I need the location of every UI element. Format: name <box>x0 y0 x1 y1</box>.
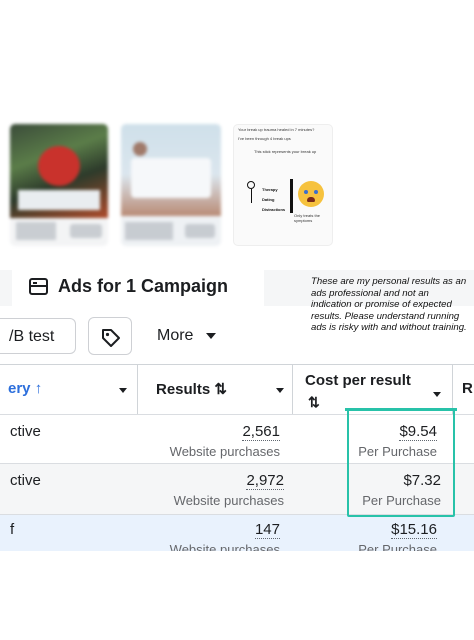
results-label: Website purchases <box>173 493 284 508</box>
ad-headline-bar <box>18 190 100 210</box>
caret-down-icon[interactable] <box>433 392 441 397</box>
ad-thumbnail-1[interactable] <box>10 124 108 246</box>
column-header-results[interactable]: Results ⇅ <box>156 380 227 398</box>
more-button[interactable]: More <box>146 318 236 354</box>
column-header-delivery[interactable]: ery ↑ <box>8 380 42 397</box>
cost-value[interactable]: $15.16 <box>391 521 437 539</box>
ad-badge <box>38 146 80 186</box>
stick-figure-icon <box>244 181 258 215</box>
ad-thumbnail-labels: Therapy Dating Distractions <box>262 187 286 212</box>
ad-caption <box>125 222 173 240</box>
ad-card <box>131 158 211 198</box>
learn-more-button <box>70 224 102 238</box>
page-title: Ads for 1 Campaign <box>58 276 229 296</box>
table-top-border <box>0 364 474 365</box>
disclaimer-note: These are my personal results as an ads … <box>311 276 467 334</box>
learn-more-button <box>185 224 215 238</box>
page-bottom-blank <box>0 551 474 640</box>
tag-icon <box>102 329 120 347</box>
results-value[interactable]: 2,561 <box>242 423 280 441</box>
column-header-next[interactable]: R <box>462 380 473 397</box>
row-status: ctive <box>10 472 41 489</box>
results-label: Website purchases <box>169 444 280 459</box>
avatar <box>133 142 147 156</box>
ad-thumbnail-text: Your break up trauma healed in 7 minutes… <box>238 127 317 154</box>
ad-thumbnail-2[interactable] <box>121 124 221 246</box>
caret-down-icon[interactable] <box>119 388 127 393</box>
ab-test-label: /B test <box>9 328 55 345</box>
ad-thumbnail-image <box>121 124 221 216</box>
ad-thumbnail-3[interactable]: Your break up trauma healed in 7 minutes… <box>233 124 333 246</box>
results-value[interactable]: 2,972 <box>246 472 284 490</box>
wall-line <box>290 179 293 213</box>
caret-down-icon[interactable] <box>276 388 284 393</box>
ad-caption <box>16 222 56 240</box>
row-status: ctive <box>10 423 41 440</box>
row-status: f <box>10 521 15 538</box>
highlight-annotation <box>347 409 455 517</box>
tag-button[interactable] <box>88 317 132 355</box>
more-label: More <box>157 327 194 344</box>
ads-document-icon <box>29 278 48 295</box>
ad-thumbnail-image <box>10 124 108 218</box>
sort-icon[interactable]: ⇅ <box>308 394 320 411</box>
caret-down-icon <box>206 333 216 339</box>
crying-face-icon <box>298 181 324 207</box>
results-value[interactable]: 147 <box>254 521 280 539</box>
column-header-cost-per-result[interactable]: Cost per result <box>305 372 411 389</box>
ad-thumbnail-symptoms: Only treats the symptoms <box>294 213 321 223</box>
ab-test-button[interactable]: /B test <box>0 318 76 354</box>
